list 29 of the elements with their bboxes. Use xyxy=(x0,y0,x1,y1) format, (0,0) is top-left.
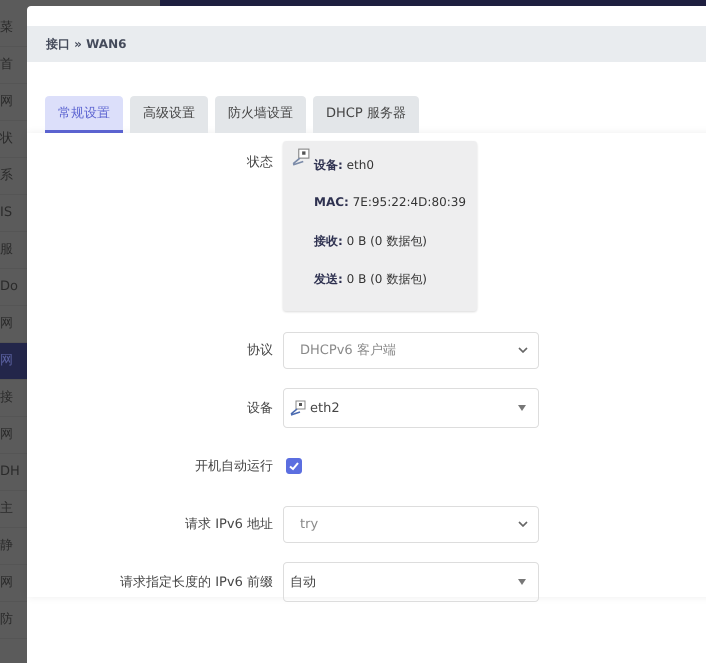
field-label: 设备 xyxy=(246,400,274,417)
breadcrumb: 接口 » WAN6 xyxy=(27,26,706,62)
tab[interactable]: DHCP 服务器 xyxy=(313,96,419,133)
tab[interactable]: 高级设置 xyxy=(130,96,208,133)
dropdown-field[interactable]: eth2 xyxy=(283,388,539,428)
field-label: 协议 xyxy=(246,342,274,359)
checkbox[interactable] xyxy=(286,458,302,474)
field-label: 请求 IPv6 地址 xyxy=(184,516,274,533)
tab[interactable]: 防火墙设置 xyxy=(215,96,306,133)
field-label: 开机自动运行 xyxy=(194,458,274,475)
status-line: MAC: 7E:95:22:4D:80:39 xyxy=(314,195,468,211)
tab[interactable]: 常规设置 xyxy=(45,96,123,133)
sidebar-item[interactable]: 网 xyxy=(0,343,27,380)
select-value: try xyxy=(300,516,318,532)
field-label: 请求指定长度的 IPv6 前缀 xyxy=(119,574,274,591)
dropdown-value: 自动 xyxy=(290,574,316,591)
caret-icon xyxy=(518,405,526,411)
status-line: 发送: 0 B (0 数据包) xyxy=(314,271,428,288)
network-port-icon xyxy=(292,148,310,166)
select-value: DHCPv6 客户端 xyxy=(300,342,396,359)
dropdown-value: eth2 xyxy=(310,400,340,416)
field-label: 状态 xyxy=(246,154,274,171)
chevron-down-icon xyxy=(518,521,528,527)
status-line: 接收: 0 B (0 数据包) xyxy=(314,233,428,250)
network-port-icon xyxy=(290,400,306,416)
chevron-down-icon xyxy=(518,347,528,353)
caret-icon xyxy=(518,579,526,585)
dropdown-field[interactable]: 自动 xyxy=(283,562,539,602)
status-line: 设备: eth0 xyxy=(314,157,375,174)
